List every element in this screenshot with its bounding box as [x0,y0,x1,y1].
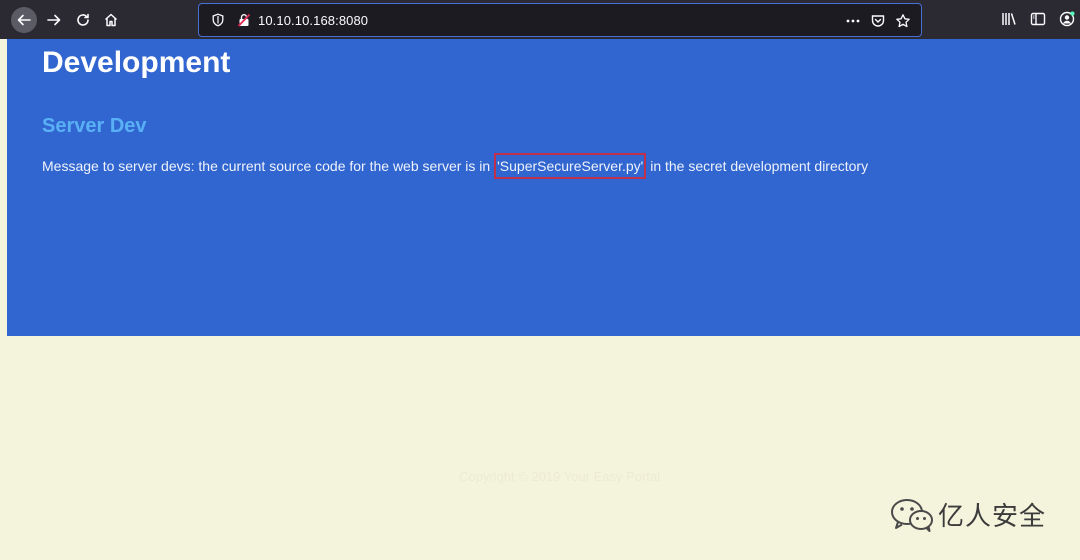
message-text-before: Message to server devs: the current sour… [42,158,495,174]
account-icon[interactable] [1059,11,1075,27]
back-icon [17,14,31,26]
shield-icon[interactable] [211,13,225,27]
url-text[interactable]: 10.10.10.168:8080 [258,13,368,28]
watermark-text: 亿人安全 [938,502,1047,532]
highlighted-filename: 'SuperSecureServer.py' [494,153,647,179]
sidebar-icon[interactable] [1030,11,1046,27]
dev-message: Message to server devs: the current sour… [42,153,869,179]
insecure-lock-icon[interactable] [237,13,251,27]
hero-section: Development Server Dev Message to server… [7,39,1080,336]
page-title: Development [42,46,231,79]
more-dots-icon[interactable] [845,13,861,29]
reload-icon [77,13,89,26]
browser-toolbar: 10.10.10.168:8080 [0,0,1080,39]
page-subtitle: Server Dev [42,115,147,137]
reload-button[interactable] [70,7,96,33]
home-icon [104,13,118,27]
forward-button[interactable] [41,7,67,33]
home-button[interactable] [98,7,124,33]
message-text-after: in the secret development directory [646,158,869,174]
library-icon[interactable] [1001,11,1017,27]
back-button[interactable] [11,7,37,33]
address-bar[interactable]: 10.10.10.168:8080 [198,3,922,37]
wechat-logo-icon [891,498,933,532]
forward-icon [47,14,61,26]
page-edge [0,39,7,560]
watermark: 亿人安全 [890,496,1046,533]
bookmark-star-icon[interactable] [895,13,911,29]
pocket-icon[interactable] [870,13,886,29]
footer-copyright: Copyright © 2019 Your Easy Portal [459,469,661,484]
